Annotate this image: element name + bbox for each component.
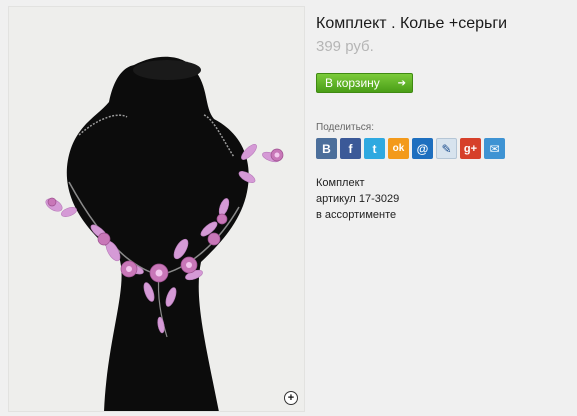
facebook-icon[interactable]: f: [340, 138, 361, 159]
livejournal-icon[interactable]: ✎: [436, 138, 457, 159]
product-type: Комплект: [316, 177, 365, 189]
product-info: Комплект артикул 17-3029 в ассортименте: [316, 175, 399, 223]
add-to-cart-label: В корзину: [325, 76, 380, 90]
product-article: артикул 17-3029: [316, 193, 400, 205]
necklace-photo: [45, 56, 284, 411]
email-icon[interactable]: ✉: [484, 138, 505, 159]
share-buttons: B f t ok @ ✎ g+ ✉: [316, 138, 505, 159]
vkontakte-icon[interactable]: B: [316, 138, 337, 159]
arrow-right-icon: ➔: [397, 78, 406, 89]
share-label: Поделиться:: [316, 122, 374, 133]
twitter-icon[interactable]: t: [364, 138, 385, 159]
odnoklassniki-icon[interactable]: ok: [388, 138, 409, 159]
product-image[interactable]: +: [8, 6, 305, 412]
zoom-icon[interactable]: +: [284, 391, 298, 405]
mail-ru-icon[interactable]: @: [412, 138, 433, 159]
add-to-cart-button[interactable]: В корзину ➔: [316, 73, 413, 93]
google-plus-icon[interactable]: g+: [460, 138, 481, 159]
product-price: 399 руб.: [316, 38, 374, 55]
product-title: Комплект . Колье +серьги: [316, 15, 508, 32]
product-availability: в ассортименте: [316, 209, 397, 221]
